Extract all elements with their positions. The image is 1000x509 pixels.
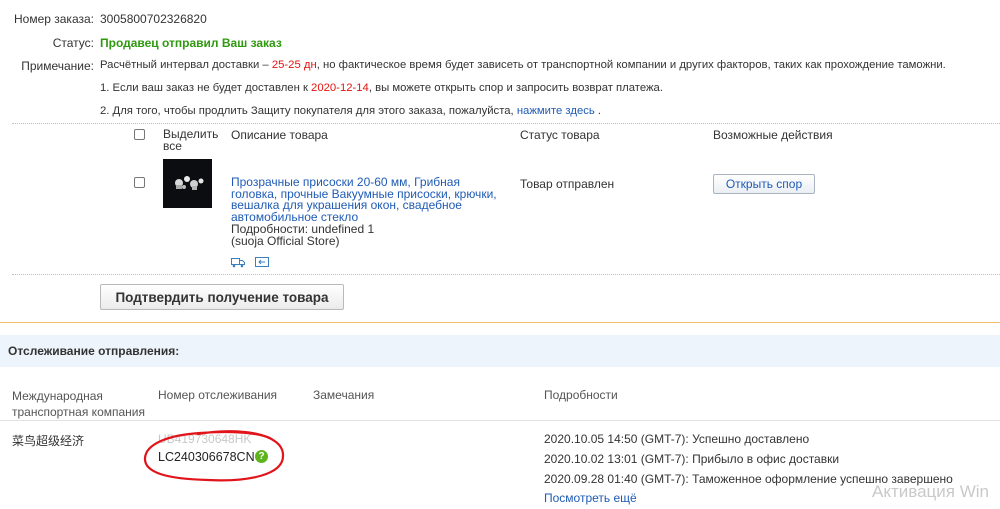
product-title-link[interactable]: Прозрачные присоски 20-60 мм, Грибная го… <box>231 176 503 223</box>
return-icon[interactable] <box>255 256 269 268</box>
extend-protection-link[interactable]: нажмите здесь <box>517 105 595 117</box>
note-label: Примечание: <box>21 59 94 73</box>
order-number-label: Номер заказа: <box>13 12 94 26</box>
note2-end: . <box>597 105 602 117</box>
windows-activation-watermark: Активация Win <box>872 482 989 501</box>
col-carrier: Международная транспортная компания <box>12 389 145 419</box>
item-status: Товар отправлен <box>520 177 615 191</box>
note-1: 1. Если ваш заказ не будет доставлен к 2… <box>100 82 663 94</box>
col-tracking-number: Номер отслеживания <box>158 388 278 402</box>
note-part1: Расчётный интервал доставки – <box>100 59 269 71</box>
divider-top <box>12 123 1000 124</box>
status-value: Продавец отправил Ваш заказ <box>100 36 282 50</box>
carrier-name: 菜鸟超级经济 <box>12 434 85 448</box>
truck-icon[interactable] <box>231 256 245 268</box>
status-label: Статус: <box>52 36 94 50</box>
tracking-divider <box>0 420 1000 421</box>
note-part2: , но фактическое время будет зависеть от… <box>316 59 946 71</box>
col-description: Описание товара <box>231 128 328 142</box>
view-more-link[interactable]: Посмотреть ещё <box>544 491 637 505</box>
note-days: 25-25 дн <box>271 59 317 71</box>
col-status: Статус товара <box>520 128 600 142</box>
note-2: 2. Для того, чтобы продлить Защиту покуп… <box>100 105 601 117</box>
col-remarks: Замечания <box>313 388 375 402</box>
col-details: Подробности <box>544 388 618 402</box>
select-all-label: Выделить все <box>163 127 219 153</box>
product-store: (suoja Official Store) <box>231 234 340 248</box>
tracking-section-header: Отслеживание отправления: <box>0 335 1000 367</box>
order-number-value: 3005800702326820 <box>100 12 207 26</box>
product-thumbnail[interactable] <box>163 159 212 208</box>
note-text: Расчётный интервал доставки – 25-25 дн, … <box>100 59 946 71</box>
note2-part1: 2. Для того, чтобы продлить Защиту покуп… <box>100 105 514 117</box>
note1-date: 2020-12-14 <box>311 82 369 94</box>
confirm-receipt-button[interactable]: Подтвердить получение товара <box>100 284 344 310</box>
select-all-checkbox[interactable] <box>134 129 145 140</box>
tracking-section-title: Отслеживание отправления: <box>8 344 180 358</box>
section-divider <box>0 322 1000 323</box>
product-image-icon <box>163 159 212 208</box>
note1-part1: 1. Если ваш заказ не будет доставлен к <box>100 82 308 94</box>
divider-item <box>12 274 1000 275</box>
tracking-event-1: 2020.10.05 14:50 (GMT-7): Успешно достав… <box>544 432 810 446</box>
note1-part2: , вы можете открыть спор и запросить воз… <box>368 82 663 94</box>
annotation-circle <box>143 430 285 482</box>
item-checkbox[interactable] <box>134 177 145 188</box>
tracking-event-2: 2020.10.02 13:01 (GMT-7): Прибыло в офис… <box>544 452 840 466</box>
col-actions: Возможные действия <box>713 128 833 142</box>
open-dispute-button[interactable]: Открыть спор <box>713 174 815 194</box>
